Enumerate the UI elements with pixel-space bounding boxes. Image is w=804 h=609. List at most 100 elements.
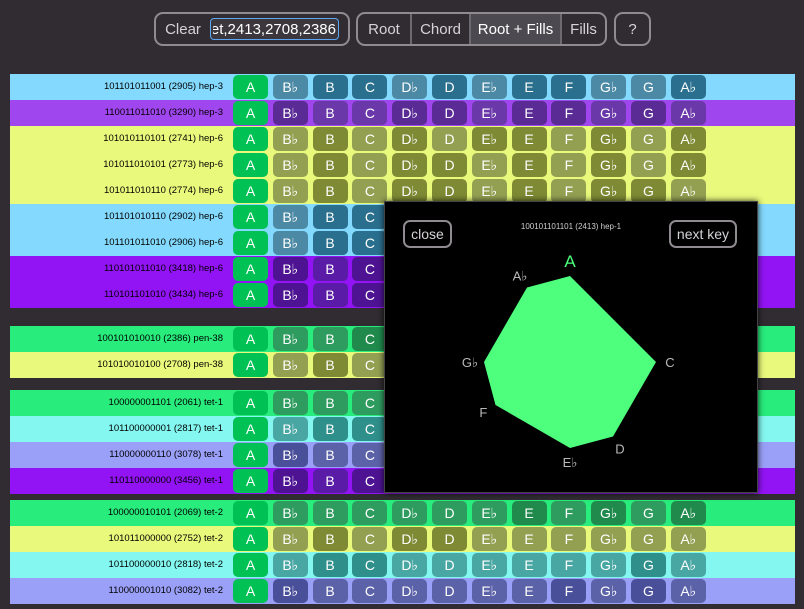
key-button[interactable]: G [631, 153, 666, 177]
key-button[interactable]: A [233, 127, 268, 151]
key-button[interactable]: A♭ [670, 75, 706, 99]
key-button[interactable]: G♭ [591, 101, 627, 125]
key-button[interactable]: A [233, 205, 268, 229]
key-button[interactable]: D [432, 579, 467, 603]
key-button[interactable]: C [352, 231, 388, 255]
key-button[interactable]: B♭ [272, 501, 308, 525]
key-button[interactable]: B [312, 101, 348, 125]
key-button[interactable]: C [352, 527, 388, 551]
key-button[interactable]: F [551, 527, 587, 551]
key-button[interactable]: B♭ [272, 553, 308, 577]
key-button[interactable]: G♭ [591, 75, 627, 99]
key-button[interactable]: A [233, 353, 268, 377]
key-button[interactable]: C [352, 205, 388, 229]
key-button[interactable]: A [233, 391, 268, 415]
key-button[interactable]: B [312, 417, 348, 441]
key-button[interactable]: D♭ [392, 527, 428, 551]
key-button[interactable]: B♭ [272, 205, 308, 229]
key-button[interactable]: E♭ [471, 127, 507, 151]
key-button[interactable]: D♭ [392, 127, 428, 151]
key-button[interactable]: B♭ [272, 101, 308, 125]
key-button[interactable]: C [352, 327, 388, 351]
key-button[interactable]: D♭ [392, 579, 428, 603]
key-button[interactable]: G♭ [591, 527, 627, 551]
key-button[interactable]: C [352, 443, 388, 467]
key-button[interactable]: D♭ [392, 553, 428, 577]
key-button[interactable]: F [551, 75, 587, 99]
key-button[interactable]: B [312, 327, 348, 351]
key-button[interactable]: B♭ [272, 127, 308, 151]
key-button[interactable]: B♭ [272, 527, 308, 551]
key-button[interactable]: D [432, 553, 467, 577]
key-button[interactable]: B [312, 153, 348, 177]
key-button[interactable]: E♭ [471, 179, 507, 203]
key-button[interactable]: F [551, 127, 587, 151]
key-button[interactable]: B♭ [272, 443, 308, 467]
key-button[interactable]: A [233, 153, 268, 177]
key-button[interactable]: E♭ [471, 153, 507, 177]
key-button[interactable]: B♭ [272, 579, 308, 603]
key-button[interactable]: C [352, 257, 388, 281]
key-button[interactable]: B♭ [272, 179, 308, 203]
key-button[interactable]: E♭ [471, 527, 507, 551]
key-button[interactable]: A [233, 501, 268, 525]
key-button[interactable]: B♭ [272, 231, 308, 255]
key-button[interactable]: B [312, 127, 348, 151]
key-button[interactable]: E♭ [471, 501, 507, 525]
key-button[interactable]: A [233, 417, 268, 441]
key-button[interactable]: B [312, 501, 348, 525]
key-button[interactable]: B [312, 231, 348, 255]
key-button[interactable]: F [551, 553, 587, 577]
key-button[interactable]: C [352, 469, 388, 493]
key-button[interactable]: B [312, 443, 348, 467]
key-button[interactable]: G♭ [591, 501, 627, 525]
key-button[interactable]: A♭ [670, 127, 706, 151]
key-button[interactable]: E [511, 553, 547, 577]
mode-root-fills-button[interactable]: Root + Fills [469, 14, 560, 44]
key-button[interactable]: G♭ [591, 127, 627, 151]
key-button[interactable]: F [551, 179, 587, 203]
key-button[interactable]: E [511, 101, 547, 125]
key-button[interactable]: B [312, 75, 348, 99]
key-button[interactable]: E [511, 579, 547, 603]
key-button[interactable]: A [233, 553, 268, 577]
key-button[interactable]: D♭ [392, 501, 428, 525]
key-button[interactable]: A [233, 327, 268, 351]
key-button[interactable]: G [631, 501, 666, 525]
key-button[interactable]: A [233, 257, 268, 281]
key-button[interactable]: B [312, 553, 348, 577]
key-button[interactable]: D♭ [392, 75, 428, 99]
key-button[interactable]: B♭ [272, 327, 308, 351]
key-button[interactable]: D [432, 501, 467, 525]
key-button[interactable]: B♭ [272, 353, 308, 377]
key-button[interactable]: D [432, 127, 467, 151]
key-button[interactable]: B♭ [272, 417, 308, 441]
key-button[interactable]: G [631, 553, 666, 577]
key-button[interactable]: A [233, 231, 268, 255]
key-button[interactable]: C [352, 391, 388, 415]
key-button[interactable]: E [511, 127, 547, 151]
key-button[interactable]: D [432, 153, 467, 177]
key-button[interactable]: E [511, 527, 547, 551]
key-button[interactable]: B [312, 283, 348, 307]
key-button[interactable]: B [312, 205, 348, 229]
key-button[interactable]: D♭ [392, 179, 428, 203]
key-button[interactable]: C [352, 353, 388, 377]
key-button[interactable]: G [631, 179, 666, 203]
key-button[interactable]: C [352, 101, 388, 125]
key-button[interactable]: D [432, 527, 467, 551]
key-button[interactable]: D [432, 101, 467, 125]
key-button[interactable]: G [631, 579, 666, 603]
key-button[interactable]: B♭ [272, 391, 308, 415]
key-button[interactable]: G♭ [591, 553, 627, 577]
mode-fills-button[interactable]: Fills [560, 14, 605, 44]
key-button[interactable]: B [312, 527, 348, 551]
key-button[interactable]: E♭ [471, 553, 507, 577]
key-button[interactable]: B [312, 469, 348, 493]
key-button[interactable]: A [233, 527, 268, 551]
key-button[interactable]: C [352, 501, 388, 525]
key-button[interactable]: B♭ [272, 469, 308, 493]
key-button[interactable]: B [312, 257, 348, 281]
clear-button[interactable]: Clear [156, 14, 206, 44]
key-button[interactable]: G♭ [591, 579, 627, 603]
